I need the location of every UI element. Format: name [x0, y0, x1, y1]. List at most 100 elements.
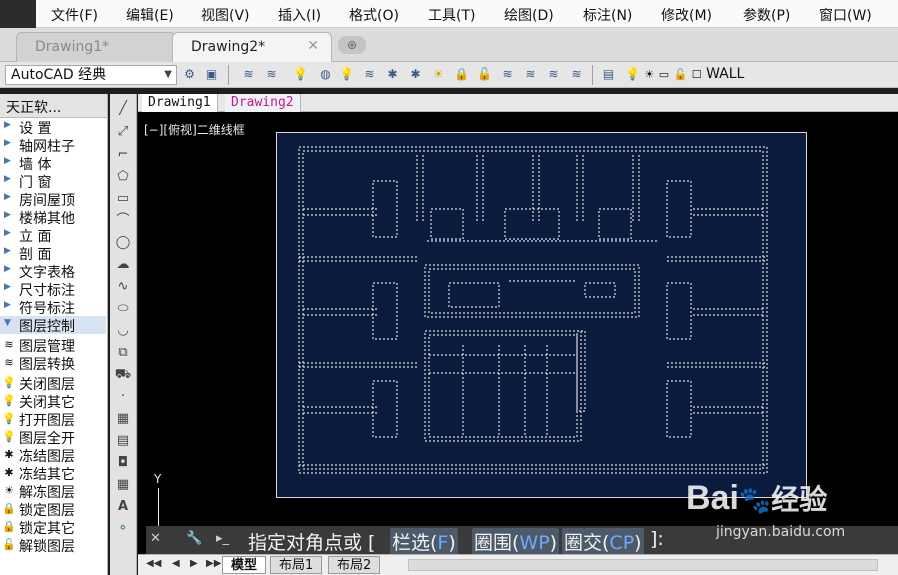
- add-selected-icon[interactable]: ⚬: [114, 520, 132, 538]
- menu-dimension[interactable]: 标注(N): [583, 5, 632, 25]
- panel-item[interactable]: ▶ 符号标注: [0, 298, 106, 317]
- command-option-wpolygon[interactable]: 圈围(WP): [472, 528, 560, 555]
- file-tab-drawing2[interactable]: Drawing2: [225, 94, 301, 112]
- panel-item[interactable]: 🔒 锁定图层: [0, 500, 106, 519]
- command-option-cpolygon[interactable]: 圈交(CP): [562, 528, 644, 555]
- panel-item[interactable]: 💡 关闭其它: [0, 392, 106, 411]
- menu-view[interactable]: 视图(V): [201, 5, 250, 25]
- wrench-icon[interactable]: 🔧: [186, 531, 202, 546]
- layer-on-icon[interactable]: 💡: [338, 66, 355, 83]
- layer-match-icon[interactable]: ≋: [499, 66, 516, 83]
- command-option-fence[interactable]: 栏选(F): [390, 528, 458, 555]
- menu-tools[interactable]: 工具(T): [428, 5, 475, 25]
- next-tab-icon[interactable]: ▶: [190, 558, 198, 569]
- first-tab-icon[interactable]: ◀◀: [146, 558, 161, 569]
- tab-drawing1[interactable]: Drawing1*: [16, 32, 176, 62]
- file-tab-drawing1[interactable]: Drawing1: [142, 94, 218, 112]
- panel-item[interactable]: ▶ 门 窗: [0, 172, 106, 191]
- command-prompt-icon[interactable]: ▸_: [216, 531, 229, 546]
- workspace-select[interactable]: AutoCAD 经典 ▼: [5, 65, 177, 85]
- region-icon[interactable]: ◘: [114, 454, 132, 472]
- lock-icon: 🔓: [673, 68, 688, 81]
- view-control-label[interactable]: [−][俯视]二维线框: [144, 121, 245, 138]
- panel-item[interactable]: ✱ 冻结其它: [0, 464, 106, 483]
- menu-parametric[interactable]: 参数(P): [743, 5, 790, 25]
- panel-item[interactable]: 💡 图层全开: [0, 428, 106, 447]
- revcloud-icon[interactable]: ☁: [114, 256, 132, 274]
- panel-title[interactable]: 天正软...: [0, 94, 107, 118]
- layer-thaw-icon[interactable]: ✱: [407, 66, 424, 83]
- layer-select[interactable]: 💡 ☀ ▭ 🔓 ☐ WALL: [620, 65, 890, 85]
- panel-item[interactable]: ▶ 轴网柱子: [0, 136, 106, 155]
- panel-item[interactable]: ▶ 设 置: [0, 118, 106, 137]
- tab-model[interactable]: 模型: [222, 556, 267, 574]
- lightbulb-icon[interactable]: 💡: [292, 66, 309, 83]
- gradient-icon[interactable]: ▤: [114, 432, 132, 450]
- panel-item-label: 关闭其它: [19, 395, 75, 411]
- panel-item[interactable]: ▶ 立 面: [0, 226, 106, 245]
- layer-merge-icon[interactable]: ≋: [545, 66, 562, 83]
- line-icon[interactable]: ╱: [114, 100, 132, 118]
- layer-isolate-icon[interactable]: ◍: [317, 66, 334, 83]
- hatch-icon[interactable]: ▦: [114, 410, 132, 428]
- sun-icon[interactable]: ☀: [430, 66, 447, 83]
- layer-delete-icon[interactable]: ≋: [568, 66, 585, 83]
- point-icon[interactable]: ·: [114, 388, 132, 406]
- layer-change-icon[interactable]: ≋: [522, 66, 539, 83]
- lock-icon[interactable]: 🔒: [453, 66, 470, 83]
- circle-icon[interactable]: ◯: [114, 234, 132, 252]
- panel-item[interactable]: 💡 关闭图层: [0, 374, 106, 393]
- menu-draw[interactable]: 绘图(D): [504, 5, 554, 25]
- panel-item[interactable]: 🔓 解锁图层: [0, 536, 106, 555]
- layer-state-icon[interactable]: ≋: [263, 66, 280, 83]
- panel-item[interactable]: ▼ 图层控制: [0, 316, 106, 335]
- panel-item[interactable]: ≋ 图层转换: [0, 354, 106, 373]
- menu-insert[interactable]: 插入(I): [278, 5, 321, 25]
- spline-icon[interactable]: ∿: [114, 278, 132, 296]
- tab-layout1[interactable]: 布局1: [270, 556, 323, 574]
- menu-edit[interactable]: 编辑(E): [126, 5, 174, 25]
- panel-item[interactable]: ▶ 文字表格: [0, 262, 106, 281]
- panel-item[interactable]: 💡 打开图层: [0, 410, 106, 429]
- layer-unlock-icon[interactable]: 🔓: [476, 66, 493, 83]
- panel-item[interactable]: ▶ 墙 体: [0, 154, 106, 173]
- panel-item[interactable]: ▶ 楼梯其他: [0, 208, 106, 227]
- ellipse-arc-icon[interactable]: ◡: [114, 322, 132, 340]
- layer-freeze-icon[interactable]: ✱: [384, 66, 401, 83]
- close-icon[interactable]: ✕: [307, 38, 319, 54]
- new-tab-button[interactable]: ⊕: [338, 36, 366, 54]
- menu-window[interactable]: 窗口(W): [819, 5, 872, 25]
- app-logo[interactable]: [0, 0, 36, 28]
- panel-item[interactable]: ▶ 尺寸标注: [0, 280, 106, 299]
- last-tab-icon[interactable]: ▶▶: [206, 558, 221, 569]
- close-icon[interactable]: ✕: [150, 531, 161, 546]
- arc-icon[interactable]: ⌒: [114, 212, 132, 230]
- ellipse-icon[interactable]: ⬭: [114, 300, 132, 318]
- workspace-settings-icon[interactable]: ▣: [203, 66, 220, 83]
- panel-item[interactable]: ☀ 解冻图层: [0, 482, 106, 501]
- layer-walk-icon[interactable]: ≋: [361, 66, 378, 83]
- panel-item[interactable]: ✱ 冻结图层: [0, 446, 106, 465]
- tab-drawing2[interactable]: Drawing2* ✕: [172, 32, 332, 62]
- prev-tab-icon[interactable]: ◀: [172, 558, 180, 569]
- menu-format[interactable]: 格式(O): [349, 5, 399, 25]
- tab-layout2[interactable]: 布局2: [328, 556, 381, 574]
- layer-properties-icon[interactable]: ≋: [240, 66, 257, 83]
- make-block-icon[interactable]: ⛟: [114, 366, 132, 384]
- panel-item[interactable]: ▶ 剖 面: [0, 244, 106, 263]
- rectangle-icon[interactable]: ▭: [114, 190, 132, 208]
- gear-icon[interactable]: ⚙: [181, 66, 198, 83]
- construction-line-icon[interactable]: ⤢: [114, 123, 132, 141]
- insert-block-icon[interactable]: ⧉: [114, 344, 132, 362]
- panel-item[interactable]: ≋ 图层管理: [0, 336, 106, 355]
- menu-file[interactable]: 文件(F): [51, 5, 98, 25]
- layer-manager-icon[interactable]: ▤: [600, 66, 617, 83]
- polyline-icon[interactable]: ⌐: [114, 146, 132, 164]
- panel-item[interactable]: ▶ 房间屋顶: [0, 190, 106, 209]
- menu-modify[interactable]: 修改(M): [661, 5, 712, 25]
- polygon-icon[interactable]: ⬠: [114, 168, 132, 186]
- mtext-icon[interactable]: A: [114, 498, 132, 516]
- horizontal-scrollbar[interactable]: [408, 559, 878, 571]
- panel-item[interactable]: 🔒 锁定其它: [0, 518, 106, 537]
- table-icon[interactable]: ▦: [114, 476, 132, 494]
